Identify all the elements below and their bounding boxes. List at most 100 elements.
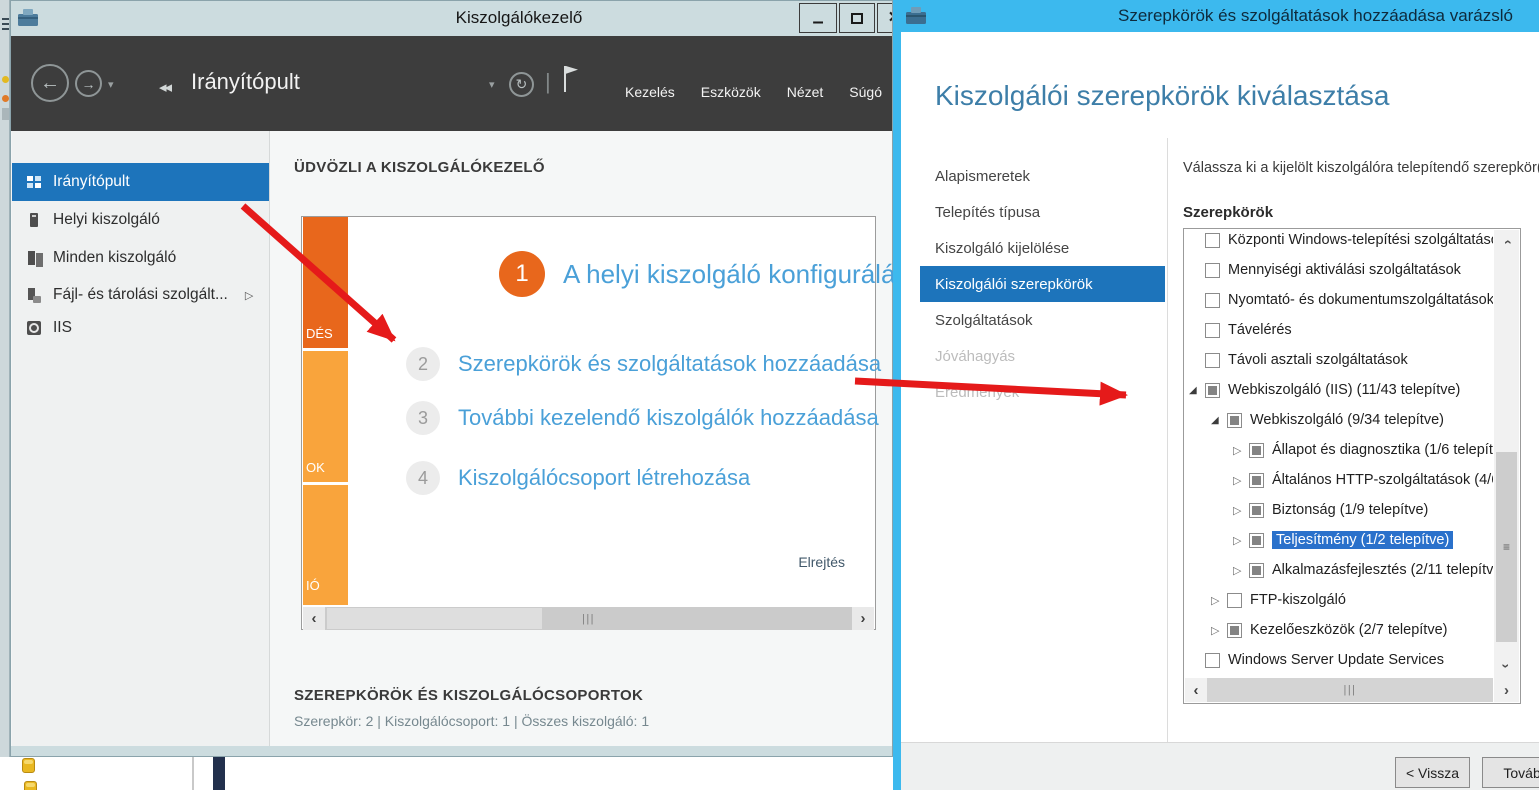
scroll-left-icon[interactable]: ‹ <box>303 607 325 630</box>
wizard-nav-kiszolgaloi-szerepkorok[interactable]: Kiszolgálói szerepkörök <box>920 266 1165 302</box>
scroll-right-icon[interactable]: › <box>1494 678 1519 702</box>
expander-open-icon[interactable]: ◢ <box>1211 415 1227 426</box>
scroll-up-icon[interactable]: › <box>1494 230 1519 254</box>
expander-open-icon[interactable]: ◢ <box>1189 385 1205 396</box>
tree-item-label: Webkiszolgáló (IIS) (11/43 telepítve) <box>1228 382 1461 398</box>
checkbox-empty[interactable] <box>1205 262 1220 278</box>
scrollbar-thumb[interactable]: ≡ <box>1496 452 1517 642</box>
quickstart-strip-segment[interactable]: DÉS <box>303 217 348 348</box>
sidebar-item-file-storage[interactable]: Fájl- és tárolási szolgált... ▷ <box>12 280 269 310</box>
sidebar-item-all-servers[interactable]: Minden kiszolgáló <box>12 243 269 273</box>
tree-item[interactable]: ▷ Alkalmazásfejlesztés (2/11 telepítve) <box>1185 555 1493 585</box>
expander-closed-icon[interactable]: ▷ <box>1233 444 1249 457</box>
tree-item-selected[interactable]: ▷ Teljesítmény (1/2 telepítve) <box>1185 525 1493 555</box>
scrollbar-thumb[interactable] <box>327 608 542 629</box>
hide-link[interactable]: Elrejtés <box>798 554 845 570</box>
menu-kezeles[interactable]: Kezelés <box>625 84 675 100</box>
sidebar-item-label: Irányítópult <box>53 173 130 190</box>
tree-item[interactable]: ▷ FTP-kiszolgáló <box>1185 585 1493 615</box>
checkbox-empty[interactable] <box>1227 592 1242 608</box>
sidebar-item-iis[interactable]: IIS <box>12 313 269 343</box>
tree-vertical-scrollbar[interactable]: › ≡ › <box>1494 230 1519 678</box>
tree-item[interactable]: Windows Server Update Services <box>1185 645 1493 675</box>
checkbox-empty[interactable] <box>1205 322 1220 338</box>
checkbox-partial[interactable] <box>1249 532 1264 548</box>
checkbox-empty[interactable] <box>1205 652 1220 668</box>
sidebar-item-local-server[interactable]: Helyi kiszolgáló <box>12 205 269 235</box>
checkbox-empty[interactable] <box>1205 352 1220 368</box>
expander-closed-icon[interactable]: ▷ <box>1233 504 1249 517</box>
tree-item[interactable]: ◢ Webkiszolgáló (IIS) (11/43 telepítve) <box>1185 375 1493 405</box>
checkbox-empty[interactable] <box>1205 292 1220 308</box>
tree-horizontal-scrollbar[interactable]: ‹ ||| <box>1185 678 1493 702</box>
wizard-nav-alapismeretek[interactable]: Alapismeretek <box>935 158 1165 194</box>
wizard-nav-kiszolgalo-kijelolese[interactable]: Kiszolgáló kijelölése <box>935 230 1165 266</box>
minimize-button[interactable]: – <box>799 3 837 33</box>
learnmore-strip-segment[interactable]: IÓ <box>303 485 348 605</box>
step-label[interactable]: A helyi kiszolgáló konfigurálása <box>563 259 923 290</box>
wizard-nav-szolgaltatasok[interactable]: Szolgáltatások <box>935 302 1165 338</box>
menu-sugo[interactable]: Súgó <box>849 84 882 100</box>
checkbox-empty[interactable] <box>1205 232 1220 248</box>
menu-eszkozok[interactable]: Eszközök <box>701 84 761 100</box>
step-create-server-group[interactable]: 4 Kiszolgálócsoport létrehozása <box>406 461 750 495</box>
back-button[interactable]: ← <box>31 64 69 102</box>
tree-item[interactable]: ▷ Állapot és diagnosztika (1/6 telepítve) <box>1185 435 1493 465</box>
expand-arrow-icon[interactable]: ▷ <box>245 289 253 302</box>
tree-item[interactable]: ▷ Kezelőeszközök (2/7 telepítve) <box>1185 615 1493 645</box>
step-number-badge: 2 <box>406 347 440 381</box>
expander-closed-icon[interactable]: ▷ <box>1211 624 1227 637</box>
step-add-roles-features[interactable]: 2 Szerepkörök és szolgáltatások hozzáadá… <box>406 347 881 381</box>
step-configure-local-server[interactable]: 1 A helyi kiszolgáló konfigurálása <box>499 251 923 297</box>
scroll-right-icon[interactable]: › <box>852 607 874 630</box>
checkbox-partial[interactable] <box>1227 412 1242 428</box>
checkbox-partial[interactable] <box>1249 472 1264 488</box>
tree-item-label: FTP-kiszolgáló <box>1250 592 1346 608</box>
expander-closed-icon[interactable]: ▷ <box>1233 534 1249 547</box>
wizard-titlebar[interactable]: Szerepkörök és szolgáltatások hozzáadása… <box>893 0 1539 32</box>
step-add-servers[interactable]: 3 További kezelendő kiszolgálók hozzáadá… <box>406 401 879 435</box>
collapse-chevrons-icon[interactable]: ◂◂ <box>159 78 172 96</box>
close-icon: × <box>888 7 892 29</box>
whatsnew-strip-segment[interactable]: OK <box>303 351 348 482</box>
refresh-button[interactable]: ↻ <box>509 72 534 97</box>
tree-item[interactable]: ▷ Általános HTTP-szolgáltatások (4/6 tele… <box>1185 465 1493 495</box>
checkbox-partial[interactable] <box>1249 502 1264 518</box>
step-label[interactable]: További kezelendő kiszolgálók hozzáadása <box>458 405 879 431</box>
breadcrumb[interactable]: Irányítópult <box>191 69 300 95</box>
tree-item[interactable]: Központi Windows-telepítési szolgáltatás… <box>1185 229 1493 255</box>
notification-flag-button[interactable] <box>563 66 579 92</box>
expander-closed-icon[interactable]: ▷ <box>1233 564 1249 577</box>
tree-item[interactable]: ▷ Biztonság (1/9 telepítve) <box>1185 495 1493 525</box>
expander-closed-icon[interactable]: ▷ <box>1211 594 1227 607</box>
strip-label: DÉS <box>306 326 333 341</box>
wizard-nav-telepites-tipusa[interactable]: Telepítés típusa <box>935 194 1165 230</box>
expander-closed-icon[interactable]: ▷ <box>1233 474 1249 487</box>
checkbox-partial[interactable] <box>1205 382 1220 398</box>
step-label[interactable]: Szerepkörök és szolgáltatások hozzáadása <box>458 351 881 377</box>
checkbox-partial[interactable] <box>1249 442 1264 458</box>
next-button[interactable]: Tovább > <box>1482 757 1539 788</box>
menu-nezet[interactable]: Nézet <box>787 84 824 100</box>
sidebar-item-dashboard[interactable]: Irányítópult <box>12 163 269 201</box>
tree-item[interactable]: Nyomtató- és dokumentumszolgáltatások <box>1185 285 1493 315</box>
scroll-down-icon[interactable]: › <box>1494 654 1519 678</box>
tree-item[interactable]: ◢ Webkiszolgáló (9/34 telepítve) <box>1185 405 1493 435</box>
tile-horizontal-scrollbar[interactable]: ‹ ||| › <box>303 607 874 630</box>
back-button[interactable]: < Vissza <box>1395 757 1470 788</box>
tree-item[interactable]: Távelérés <box>1185 315 1493 345</box>
checkbox-partial[interactable] <box>1249 562 1264 578</box>
forward-button[interactable]: → <box>75 70 102 97</box>
tree-item[interactable]: Távoli asztali szolgáltatások <box>1185 345 1493 375</box>
step-label[interactable]: Kiszolgálócsoport létrehozása <box>458 465 750 491</box>
scroll-left-icon[interactable]: ‹ <box>1185 678 1207 702</box>
breadcrumb-caret-icon[interactable]: ▾ <box>489 78 495 91</box>
server-manager-titlebar[interactable]: Kiszolgálókezelő – × <box>11 1 892 36</box>
scrollbar-track[interactable]: ||| <box>325 607 852 630</box>
history-caret-icon[interactable]: ▾ <box>108 78 114 91</box>
checkbox-partial[interactable] <box>1227 622 1242 638</box>
scrollbar-track[interactable]: ||| <box>1207 678 1493 702</box>
tree-item[interactable]: Mennyiségi aktiválási szolgáltatások <box>1185 255 1493 285</box>
maximize-button[interactable] <box>839 3 875 33</box>
close-button[interactable]: × <box>877 3 892 33</box>
